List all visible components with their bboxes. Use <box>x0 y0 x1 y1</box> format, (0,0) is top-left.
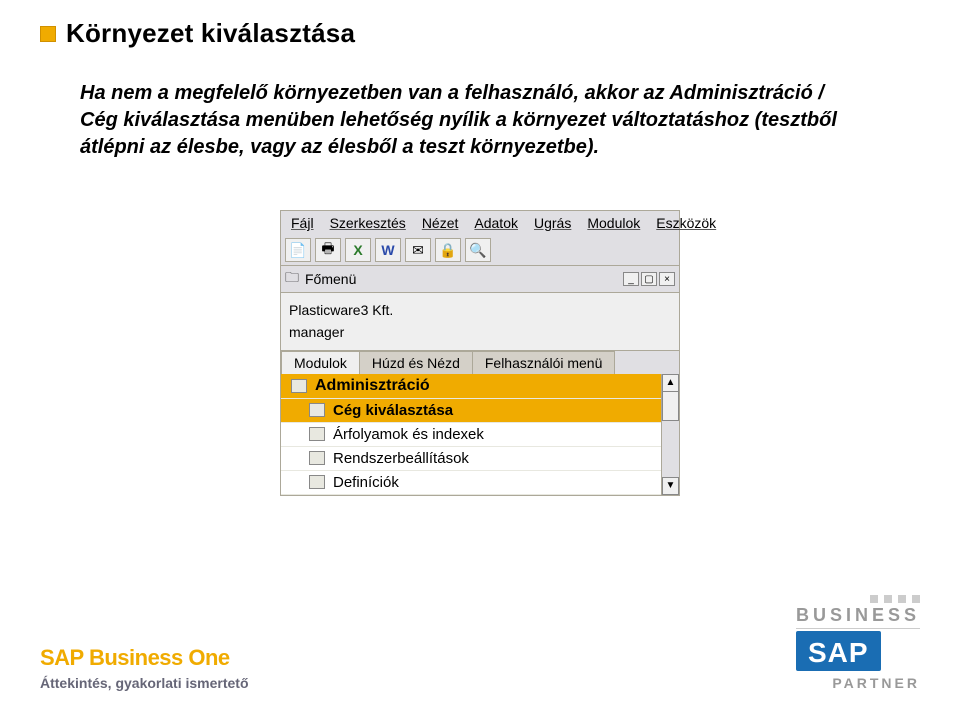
sap-logo-text: SAP <box>808 639 869 667</box>
menu-nezet[interactable]: Nézet <box>414 213 467 233</box>
sap-logo-icon: SAP <box>796 631 881 671</box>
tab-bar: Modulok Húzd és Nézd Felhasználói menü <box>280 351 680 374</box>
maximize-button[interactable]: ▢ <box>641 272 657 286</box>
list-item-label: Rendszerbeállítások <box>333 450 469 467</box>
app-screenshot: Fájl Szerkesztés Nézet Adatok Ugrás Modu… <box>280 210 680 496</box>
scroll-up-icon[interactable]: ▲ <box>662 374 679 392</box>
module-list: Adminisztráció Cég kiválasztása Árfolyam… <box>281 374 661 495</box>
list-header-adminisztracio[interactable]: Adminisztráció <box>281 374 661 399</box>
list-item-label: Árfolyamok és indexek <box>333 426 484 443</box>
panel-title-label: Főmenü <box>305 271 356 287</box>
tab-felhasznaloi-menu[interactable]: Felhasználói menü <box>472 351 616 374</box>
module-list-wrap: Adminisztráció Cég kiválasztása Árfolyam… <box>280 374 680 496</box>
company-name: Plasticware3 Kft. <box>289 299 671 321</box>
menu-modulok[interactable]: Modulok <box>579 213 648 233</box>
user-role: manager <box>289 321 671 343</box>
panel-icon: 🗀 <box>285 267 299 291</box>
tool-mail-icon[interactable]: ✉ <box>405 238 431 262</box>
menu-fajl[interactable]: Fájl <box>283 213 322 233</box>
tool-word-icon[interactable]: W <box>375 238 401 262</box>
footer-left: SAP Business One Áttekintés, gyakorlati … <box>40 645 249 691</box>
item-icon <box>309 403 325 417</box>
panel-titlebar: 🗀 Főmenü _ ▢ × <box>280 266 680 293</box>
folder-icon <box>309 475 325 489</box>
slide-footer: SAP Business One Áttekintés, gyakorlati … <box>40 595 920 691</box>
tab-huzd-es-nezd[interactable]: Húzd és Nézd <box>359 351 473 374</box>
brand-partner: PARTNER <box>796 671 920 691</box>
toolbar: 📄 🖶 X W ✉ 🔒 🔍 <box>280 235 680 266</box>
slide-title: Környezet kiválasztása <box>66 18 355 49</box>
item-icon <box>309 427 325 441</box>
menu-eszkozok[interactable]: Eszközök <box>648 213 724 233</box>
menu-szerkesztes[interactable]: Szerkesztés <box>322 213 414 233</box>
list-item-label: Cég kiválasztása <box>333 402 453 419</box>
list-item-rendszerbeallitasok[interactable]: Rendszerbeállítások <box>281 447 661 471</box>
menu-ugras[interactable]: Ugrás <box>526 213 579 233</box>
footer-right: BUSINESS SAP PARTNER <box>796 595 920 691</box>
tab-modulok[interactable]: Modulok <box>281 351 360 374</box>
menu-adatok[interactable]: Adatok <box>466 213 526 233</box>
product-name: SAP Business One <box>40 645 249 671</box>
scroll-thumb[interactable] <box>662 391 679 421</box>
tool-new-icon[interactable]: 📄 <box>285 238 311 262</box>
scrollbar[interactable]: ▲ ▼ <box>661 374 679 495</box>
body-paragraph: Ha nem a megfelelő környezetben van a fe… <box>80 80 860 161</box>
tool-excel-icon[interactable]: X <box>345 238 371 262</box>
header-bullet-icon <box>40 26 56 42</box>
tool-search-icon[interactable]: 🔍 <box>465 238 491 262</box>
list-item-label: Definíciók <box>333 474 399 491</box>
close-button[interactable]: × <box>659 272 675 286</box>
module-icon <box>291 379 307 393</box>
minimize-button[interactable]: _ <box>623 272 639 286</box>
list-item-arfolyamok[interactable]: Árfolyamok és indexek <box>281 423 661 447</box>
brand-business: BUSINESS <box>796 605 920 629</box>
slide-header: Környezet kiválasztása <box>40 18 355 49</box>
scroll-down-icon[interactable]: ▼ <box>662 477 679 495</box>
list-header-label: Adminisztráció <box>315 377 430 395</box>
list-item-definiciok[interactable]: Definíciók <box>281 471 661 495</box>
folder-icon <box>309 451 325 465</box>
tool-lock-icon[interactable]: 🔒 <box>435 238 461 262</box>
logo-decor-icon <box>796 595 920 603</box>
company-info: Plasticware3 Kft. manager <box>280 293 680 351</box>
partner-logo-block: BUSINESS SAP PARTNER <box>796 595 920 691</box>
menubar: Fájl Szerkesztés Nézet Adatok Ugrás Modu… <box>280 210 680 235</box>
footer-subtitle: Áttekintés, gyakorlati ismertető <box>40 675 249 691</box>
tool-print-icon[interactable]: 🖶 <box>315 238 341 262</box>
list-item-ceg-kivalasztasa[interactable]: Cég kiválasztása <box>281 399 661 423</box>
